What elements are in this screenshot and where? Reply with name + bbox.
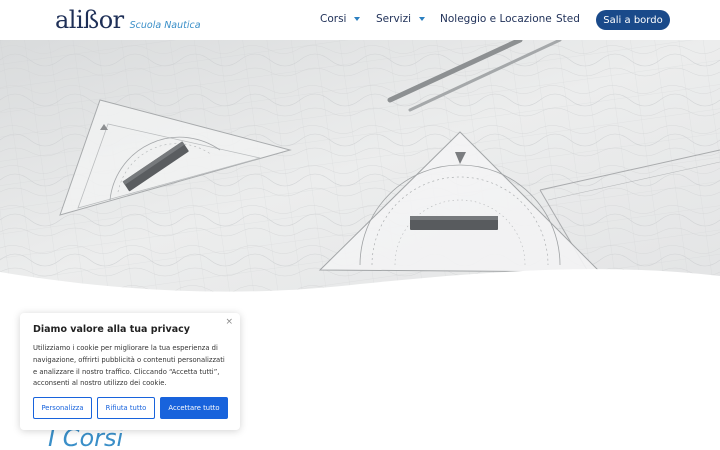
nav-item-label: Servizi (376, 13, 412, 25)
nautical-chart-illustration (0, 40, 720, 292)
nav-item-label: Corsi (320, 13, 347, 25)
nav-item-noleggio[interactable]: Noleggio e Locazione (440, 13, 552, 25)
customize-button[interactable]: Personalizza (33, 397, 92, 419)
nav-item-sted[interactable]: Sted (556, 13, 580, 25)
reject-all-button[interactable]: Rifiuta tutto (97, 397, 155, 419)
nav-item-label: Noleggio e Locazione (440, 13, 552, 25)
caret-down-icon (354, 17, 361, 21)
caret-down-icon (419, 17, 426, 21)
accept-all-button[interactable]: Accettare tutto (160, 397, 228, 419)
sali-a-bordo-button[interactable]: Sali a bordo (596, 10, 670, 30)
cookie-description: Utilizziamo i cookie per migliorare la t… (33, 344, 225, 388)
close-icon[interactable]: × (225, 317, 233, 327)
cookie-button-group: Personalizza Rifiuta tutto Accettare tut… (33, 397, 228, 419)
nav-item-label: Sted (556, 13, 580, 25)
cookie-title: Diamo valore alla tua privacy (33, 324, 190, 335)
nav-item-corsi[interactable]: Corsi (320, 13, 361, 25)
nav-item-servizi[interactable]: Servizi (376, 13, 426, 25)
hero-image (0, 40, 720, 292)
site-header: alißor Scuola Nautica Corsi Servizi Nole… (0, 0, 720, 40)
cookie-consent-banner: × Diamo valore alla tua privacy Utilizzi… (20, 313, 240, 430)
